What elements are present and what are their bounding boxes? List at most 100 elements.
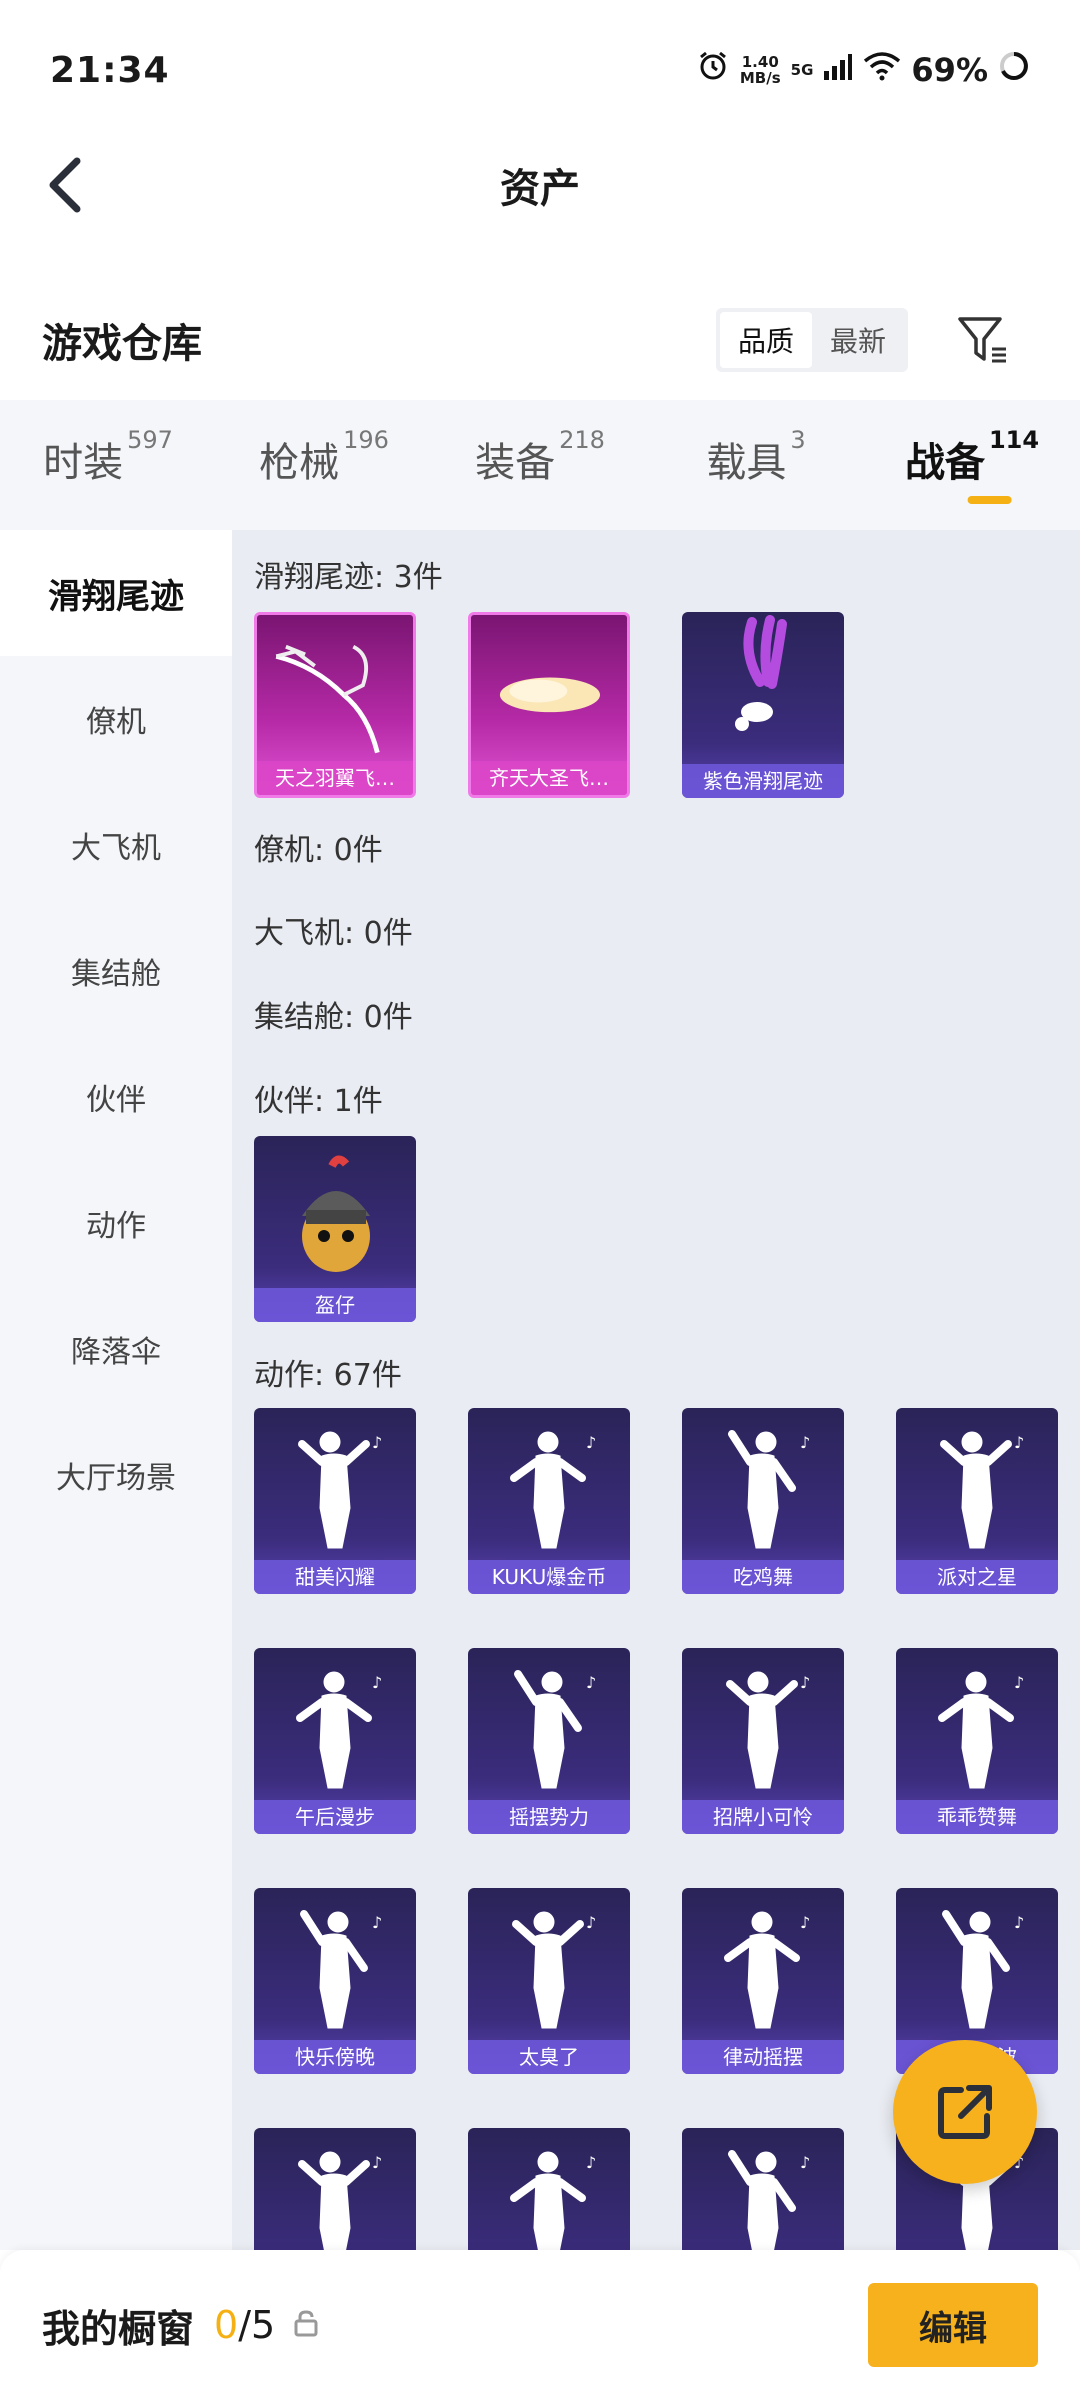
edit-button[interactable]: 编辑 [868, 2283, 1038, 2367]
item-name: 紫色滑翔尾迹 [682, 764, 844, 798]
dancer-icon: ♪ [298, 1431, 382, 1549]
emote-card[interactable]: ♪ 派对之星 [896, 1408, 1058, 1594]
svg-text:♪: ♪ [800, 1673, 810, 1692]
filter-button[interactable] [948, 305, 1018, 375]
tab-readiness[interactable]: 战备 114 [864, 426, 1080, 504]
item-card[interactable]: 天之羽翼飞… [254, 612, 416, 798]
item-card[interactable]: 齐天大圣飞… [468, 612, 630, 798]
item-card[interactable]: 盔仔 [254, 1136, 416, 1322]
dancer-icon: ♪ [512, 1911, 596, 2029]
tab-label: 战备 [904, 440, 985, 486]
showcase-filled: 0 [214, 2303, 239, 2347]
speed-unit: MB/s [739, 69, 781, 87]
status-bar: 21:34 1.40 MB/s 5G 69% [0, 0, 1080, 140]
network-speed: 1.40 MB/s [740, 54, 781, 86]
warehouse-title: 游戏仓库 [42, 321, 202, 367]
emote-card[interactable]: ♪ 招牌小可怜 [682, 1648, 844, 1834]
emote-card[interactable]: ♪ [254, 2128, 416, 2250]
showcase-count: 0/5 [214, 2303, 275, 2347]
side-item-emote[interactable]: 动作 [0, 1160, 232, 1286]
sort-newest-button[interactable]: 最新 [812, 312, 904, 368]
network-type: 5G [790, 61, 814, 79]
svg-text:♪: ♪ [800, 1433, 810, 1452]
partner-grid: 盔仔 [254, 1136, 1058, 1322]
category-tabs: 时装 597 枪械 196 装备 218 载具 3 战备 114 [0, 400, 1080, 530]
tab-equipment[interactable]: 装备 218 [432, 426, 648, 500]
item-name: 摇摆势力 [468, 1800, 630, 1834]
svg-text:♪: ♪ [586, 1433, 596, 1452]
share-button[interactable] [893, 2040, 1037, 2184]
dancer-icon: ♪ [296, 1671, 382, 1789]
svg-text:♪: ♪ [372, 1673, 382, 1692]
emote-card[interactable]: ♪ 快乐傍晚 [254, 1888, 416, 2074]
emote-card[interactable]: ♪ 摇摆势力 [468, 1648, 630, 1834]
emote-card[interactable]: ♪ 乖乖赞舞 [896, 1648, 1058, 1834]
tab-fashion[interactable]: 时装 597 [0, 426, 216, 500]
side-item-partner[interactable]: 伙伴 [0, 1034, 232, 1160]
dancer-icon: ♪ [938, 1671, 1024, 1789]
emote-card[interactable]: ♪ 午后漫步 [254, 1648, 416, 1834]
section-title-partner: 伙伴: 1件 [254, 1084, 383, 1119]
item-card[interactable]: 紫色滑翔尾迹 [682, 612, 844, 798]
battery-ring-icon [998, 50, 1030, 90]
page-title: 资产 [500, 166, 580, 212]
showcase-label: 我的橱窗 [42, 2306, 195, 2351]
side-item-pod[interactable]: 集结舱 [0, 908, 232, 1034]
dancer-icon: ♪ [514, 1670, 596, 1789]
side-item-plane[interactable]: 大飞机 [0, 782, 232, 908]
dancer-icon: ♪ [724, 1911, 810, 2029]
purple-trail-art [735, 615, 787, 731]
tab-count: 114 [988, 426, 1040, 454]
emote-card[interactable]: ♪ 吃鸡舞 [682, 1408, 844, 1594]
emote-card[interactable]: ♪ KUKU爆金币 [468, 1408, 630, 1594]
dancer-icon: ♪ [940, 1431, 1024, 1549]
section-title-wingman: 僚机: 0件 [254, 833, 383, 868]
side-item-lobby-scene[interactable]: 大厅场景 [0, 1412, 232, 1538]
active-tab-indicator [967, 496, 1012, 504]
svg-text:♪: ♪ [586, 1913, 596, 1932]
item-name: 律动摇摆 [682, 2040, 844, 2074]
tab-weapons[interactable]: 枪械 196 [216, 426, 432, 500]
speed-value: 1.40 [741, 53, 779, 71]
status-icons: 1.40 MB/s 5G 69% [696, 49, 1030, 91]
svg-text:♪: ♪ [372, 2153, 382, 2172]
item-name: 太臭了 [468, 2040, 630, 2074]
item-name: 甜美闪耀 [254, 1560, 416, 1594]
side-menu: 滑翔尾迹 僚机 大飞机 集结舱 伙伴 动作 降落伞 大厅场景 [0, 530, 232, 2250]
emote-card[interactable]: ♪ [468, 2128, 630, 2250]
back-button[interactable] [30, 150, 100, 220]
section-title-glide: 滑翔尾迹: 3件 [254, 560, 443, 595]
item-name: 招牌小可怜 [682, 1800, 844, 1834]
tab-vehicles[interactable]: 载具 3 [648, 426, 864, 500]
item-name: 派对之星 [896, 1560, 1058, 1594]
tab-label: 装备 [475, 440, 556, 486]
cloud-trail-art [499, 677, 601, 713]
section-title-plane: 大飞机: 0件 [254, 916, 413, 951]
svg-text:♪: ♪ [372, 1913, 382, 1932]
item-name: 天之羽翼飞… [257, 761, 413, 795]
svg-text:♪: ♪ [800, 1913, 810, 1932]
battery-level: 69% [911, 51, 988, 89]
tab-count: 196 [343, 426, 389, 454]
emote-card[interactable]: ♪ 太臭了 [468, 1888, 630, 2074]
emote-card[interactable]: ♪ [682, 2128, 844, 2250]
side-item-parachute[interactable]: 降落伞 [0, 1286, 232, 1412]
lock-icon [293, 2309, 319, 2341]
warehouse-row: 游戏仓库 品质 最新 [0, 290, 1080, 390]
side-item-glide-trail[interactable]: 滑翔尾迹 [0, 530, 232, 656]
chevron-left-icon [49, 157, 81, 213]
tab-count: 597 [127, 426, 173, 454]
side-item-wingman[interactable]: 僚机 [0, 656, 232, 782]
section-title-pod: 集结舱: 0件 [254, 1000, 413, 1035]
item-name: 快乐傍晚 [254, 2040, 416, 2074]
emote-card[interactable]: ♪ 甜美闪耀 [254, 1408, 416, 1594]
helmet-pet-art [302, 1155, 370, 1272]
sort-quality-button[interactable]: 品质 [719, 312, 812, 368]
svg-text:♪: ♪ [800, 2153, 810, 2172]
dancer-icon: ♪ [728, 2150, 810, 2250]
emote-card[interactable]: ♪ 律动摇摆 [682, 1888, 844, 2074]
tab-count: 3 [790, 426, 806, 454]
item-name: 乖乖赞舞 [896, 1800, 1058, 1834]
alarm-icon [696, 49, 730, 91]
signal-icon [823, 51, 853, 89]
